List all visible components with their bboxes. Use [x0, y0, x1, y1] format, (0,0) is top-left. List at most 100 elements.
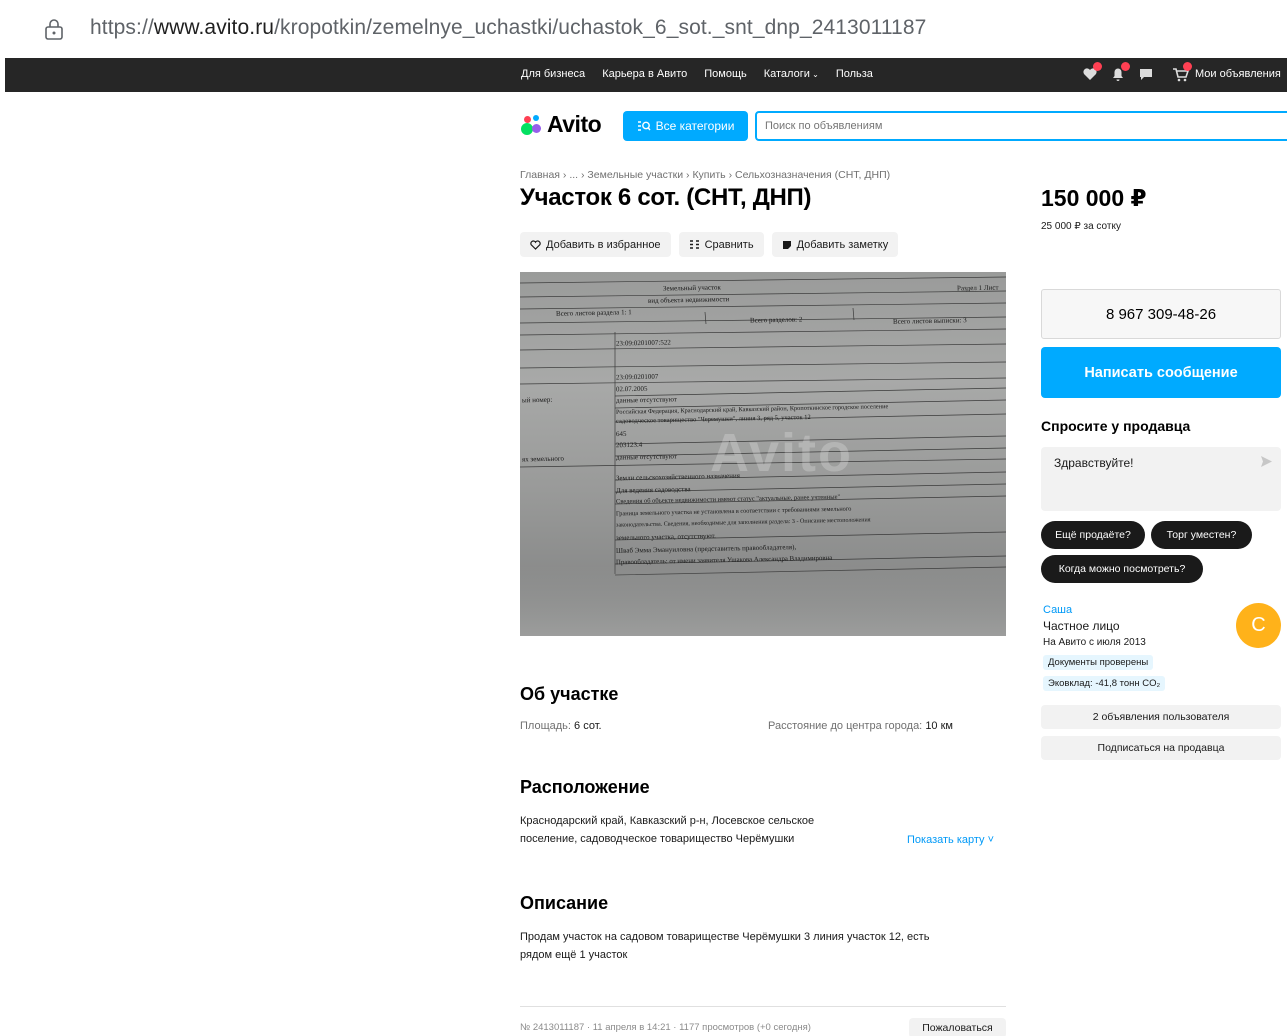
url-text[interactable]: https://www.avito.ru/kropotkin/zemelnye_…	[90, 16, 926, 40]
photo-text-line: Всего разделов: 2	[749, 315, 803, 325]
avatar[interactable]: С	[1236, 603, 1281, 648]
description-line: Продам участок на садовом товариществе Ч…	[520, 931, 930, 943]
note-icon	[782, 240, 791, 249]
seller-ads-button[interactable]: 2 объявления пользователя	[1041, 705, 1281, 729]
eco-contribution-badge[interactable]: Эковклад: -41,8 тонн CO₂	[1043, 676, 1166, 691]
topnav-link-business[interactable]: Для бизнеса	[521, 68, 585, 80]
url-scheme: https://	[90, 16, 154, 39]
photo-text-line: 02.07.2005	[615, 384, 648, 394]
photo-text-line: 23:09:0201007:522	[615, 338, 671, 348]
breadcrumb-land-plots[interactable]: Земельные участки	[587, 169, 683, 181]
photo-text-line: Всего листов раздела 1: 1	[555, 308, 632, 318]
photo-text-line: данные отсутствуют	[615, 395, 677, 405]
my-ads-link[interactable]: Мои объявления	[1195, 68, 1281, 80]
breadcrumb-ellipsis[interactable]: ...	[569, 169, 578, 181]
topnav-link-help[interactable]: Помощь	[704, 68, 747, 80]
categories-search-icon	[637, 121, 651, 131]
photo-text-line: 645	[615, 429, 627, 439]
photo-text-line: Для ведения садоводства	[615, 485, 691, 495]
about-heading: Об участке	[520, 684, 619, 704]
price-per-area: 25 000 ₽ за сотку	[1041, 221, 1121, 232]
add-note-label: Добавить заметку	[796, 238, 889, 251]
breadcrumb-agricultural[interactable]: Сельхозназначения (СНТ, ДНП)	[735, 169, 890, 181]
quick-question-bargain[interactable]: Торг уместен?	[1151, 521, 1252, 549]
area-label: Площадь:	[520, 720, 571, 732]
subscribe-seller-button[interactable]: Подписаться на продавца	[1041, 736, 1281, 760]
photo-text-line: 23:09:0201007	[615, 372, 659, 382]
topnav-link-catalogs-label: Каталоги	[763, 68, 810, 80]
distance-value: 10 км	[925, 720, 953, 732]
cart-icon[interactable]	[1171, 62, 1192, 83]
url-path: /kropotkin/zemelnye_uchastki/uchastok_6_…	[274, 16, 927, 39]
top-navigation: Для бизнеса Карьера в Авито Помощь Катал…	[5, 58, 1287, 92]
area-value: 6 сот.	[574, 720, 602, 732]
url-host: www.avito.ru	[153, 16, 275, 39]
address-line: Краснодарский край, Кавказский р-н, Лосе…	[520, 815, 815, 827]
quick-question-when-view[interactable]: Когда можно посмотреть?	[1041, 555, 1203, 583]
heart-outline-icon	[530, 239, 541, 250]
photo-text-line: Всего листов выписки: 3	[892, 316, 967, 326]
photo-text-line: данные отсутствуют	[615, 452, 677, 462]
all-categories-button[interactable]: Все категории	[623, 111, 748, 141]
all-categories-label: Все категории	[655, 119, 735, 133]
topnav-link-benefit[interactable]: Польза	[836, 68, 873, 80]
topnav-link-catalogs[interactable]: Каталоги ⌄	[764, 68, 819, 80]
notification-badge	[1183, 62, 1192, 71]
distance-row: Расстояние до центра города: 10 км	[768, 717, 953, 735]
add-to-favorites-button[interactable]: Добавить в избранное	[520, 232, 671, 257]
topnav-icons	[1081, 62, 1192, 83]
breadcrumb-home[interactable]: Главная	[520, 169, 560, 181]
browser-address-bar[interactable]: https://www.avito.ru/kropotkin/zemelnye_…	[0, 0, 1287, 58]
topnav-links: Для бизнеса Карьера в Авито Помощь Катал…	[521, 68, 873, 80]
photo-text-line: 203123.4	[615, 440, 643, 450]
location-heading: Расположение	[520, 777, 650, 797]
quick-question-still-selling[interactable]: Ещё продаёте?	[1041, 521, 1145, 549]
compare-button[interactable]: Сравнить	[678, 232, 764, 257]
add-to-favorites-label: Добавить в избранное	[546, 238, 661, 251]
avito-logo-text: Avito	[547, 111, 602, 137]
description-line: рядом ещё 1 участок	[520, 949, 628, 961]
description-heading: Описание	[520, 893, 609, 913]
show-map-link[interactable]: Показать карту ˅	[907, 834, 994, 846]
photo-text-line: Раздел 1 Лист	[956, 283, 999, 293]
seller-since: На Авито с июля 2013	[1043, 637, 1146, 648]
avito-logo[interactable]: Avito	[520, 111, 602, 138]
ask-seller-text: Здравствуйте!	[1054, 456, 1134, 470]
photo-text-line: вид объекта недвижимости	[647, 295, 730, 305]
address-text: Краснодарский край, Кавказский р-н, Лосе…	[520, 812, 814, 848]
search-input[interactable]	[755, 111, 1287, 141]
avito-logo-dots-icon	[520, 114, 544, 136]
docs-verified-badge: Документы проверены	[1043, 655, 1154, 670]
listing-actions: Добавить в избранное Сравнить Добавить з…	[520, 232, 899, 257]
breadcrumb-buy[interactable]: Купить	[692, 169, 725, 181]
notification-badge	[1093, 62, 1102, 71]
seller-name-link[interactable]: Саша	[1043, 604, 1072, 616]
breadcrumb: Главная › ... › Земельные участки › Купи…	[520, 169, 890, 181]
favorites-heart-icon[interactable]	[1081, 62, 1102, 83]
seller-type: Частное лицо	[1043, 619, 1120, 633]
listing-photo[interactable]: Земельный участок вид объекта недвижимос…	[520, 272, 1006, 636]
lock-icon[interactable]	[44, 18, 64, 40]
messages-chat-icon[interactable]	[1137, 65, 1155, 83]
description-text: Продам участок на садовом товариществе Ч…	[520, 928, 929, 964]
notifications-bell-icon[interactable]	[1109, 62, 1130, 83]
area-row: Площадь: 6 сот.	[520, 717, 602, 735]
address-line: поселение, садоводческое товарищество Че…	[520, 833, 795, 845]
photo-bottom-shade	[520, 566, 1006, 636]
show-phone-button[interactable]: 8 967 309-48-26	[1041, 289, 1281, 339]
send-icon[interactable]	[1260, 455, 1273, 468]
chevron-down-icon: ⌄	[809, 70, 819, 79]
photo-watermark: Avito	[710, 423, 853, 483]
ask-seller-textarea[interactable]: Здравствуйте!	[1041, 447, 1281, 511]
write-message-button[interactable]: Написать сообщение	[1041, 347, 1281, 398]
page-title: Участок 6 сот. (СНТ, ДНП)	[520, 184, 812, 211]
complain-button[interactable]: Пожаловаться	[909, 1018, 1006, 1036]
price: 150 000 ₽	[1041, 185, 1147, 211]
distance-label: Расстояние до центра города:	[768, 720, 923, 732]
compare-label: Сравнить	[704, 238, 754, 251]
photo-text-line: ях земельного	[521, 454, 565, 464]
divider	[520, 1006, 1006, 1007]
photo-text-line: Земельный участок	[662, 283, 721, 293]
topnav-link-career[interactable]: Карьера в Авито	[602, 68, 687, 80]
add-note-button[interactable]: Добавить заметку	[771, 232, 899, 257]
